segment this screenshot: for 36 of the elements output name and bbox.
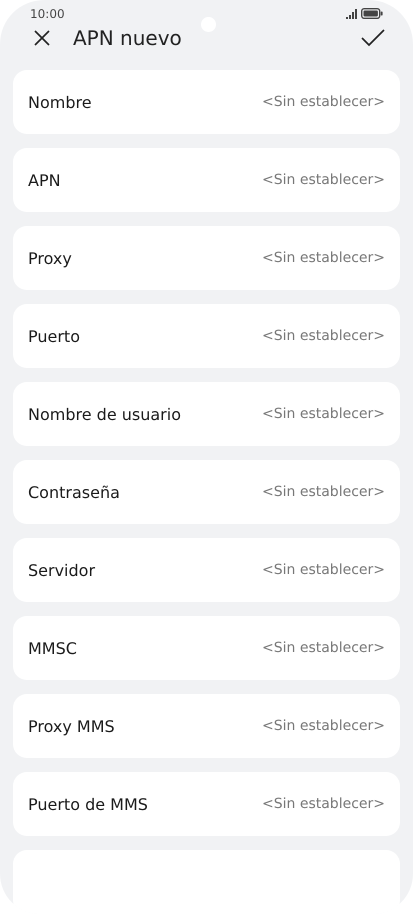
row-label: Puerto	[28, 326, 80, 346]
settings-row[interactable]: Puerto de MMS <Sin establecer>	[13, 772, 400, 836]
status-time: 10:00	[30, 6, 65, 21]
row-value: <Sin establecer>	[262, 94, 385, 110]
row-value: <Sin establecer>	[262, 328, 385, 344]
row-label: Contraseña	[28, 482, 120, 502]
settings-row[interactable]: APN <Sin establecer>	[13, 148, 400, 212]
row-value: <Sin establecer>	[262, 796, 385, 812]
row-value: <Sin establecer>	[262, 406, 385, 422]
row-value: <Sin establecer>	[262, 484, 385, 500]
settings-row[interactable]: Contraseña <Sin establecer>	[13, 460, 400, 524]
row-value: <Sin establecer>	[262, 172, 385, 188]
settings-row[interactable]: Proxy <Sin establecer>	[13, 226, 400, 290]
settings-row[interactable]: Nombre de usuario <Sin establecer>	[13, 382, 400, 446]
battery-icon	[361, 8, 383, 20]
settings-row[interactable]: Nombre <Sin establecer>	[13, 70, 400, 134]
row-label: Nombre	[28, 92, 92, 112]
row-value: <Sin establecer>	[262, 562, 385, 578]
row-label: MMSC	[28, 638, 77, 658]
close-icon[interactable]	[33, 28, 51, 47]
row-label: Puerto de MMS	[28, 794, 148, 814]
row-label: Proxy MMS	[28, 716, 115, 736]
row-value: <Sin establecer>	[262, 250, 385, 266]
row-label: Proxy	[28, 248, 72, 268]
settings-row[interactable]: Proxy MMS <Sin establecer>	[13, 694, 400, 758]
settings-row[interactable]: Servidor <Sin establecer>	[13, 538, 400, 602]
row-label: Servidor	[28, 560, 96, 580]
row-label: Nombre de usuario	[28, 404, 181, 424]
row-value: <Sin establecer>	[262, 640, 385, 656]
settings-row[interactable]: MMSC <Sin establecer>	[13, 616, 400, 680]
settings-row[interactable]: Puerto <Sin establecer>	[13, 304, 400, 368]
page-title: APN nuevo	[73, 26, 182, 50]
row-value: <Sin establecer>	[262, 718, 385, 734]
signal-icon	[346, 8, 358, 19]
checkmark-icon[interactable]	[361, 28, 385, 47]
row-label: APN	[28, 170, 61, 190]
